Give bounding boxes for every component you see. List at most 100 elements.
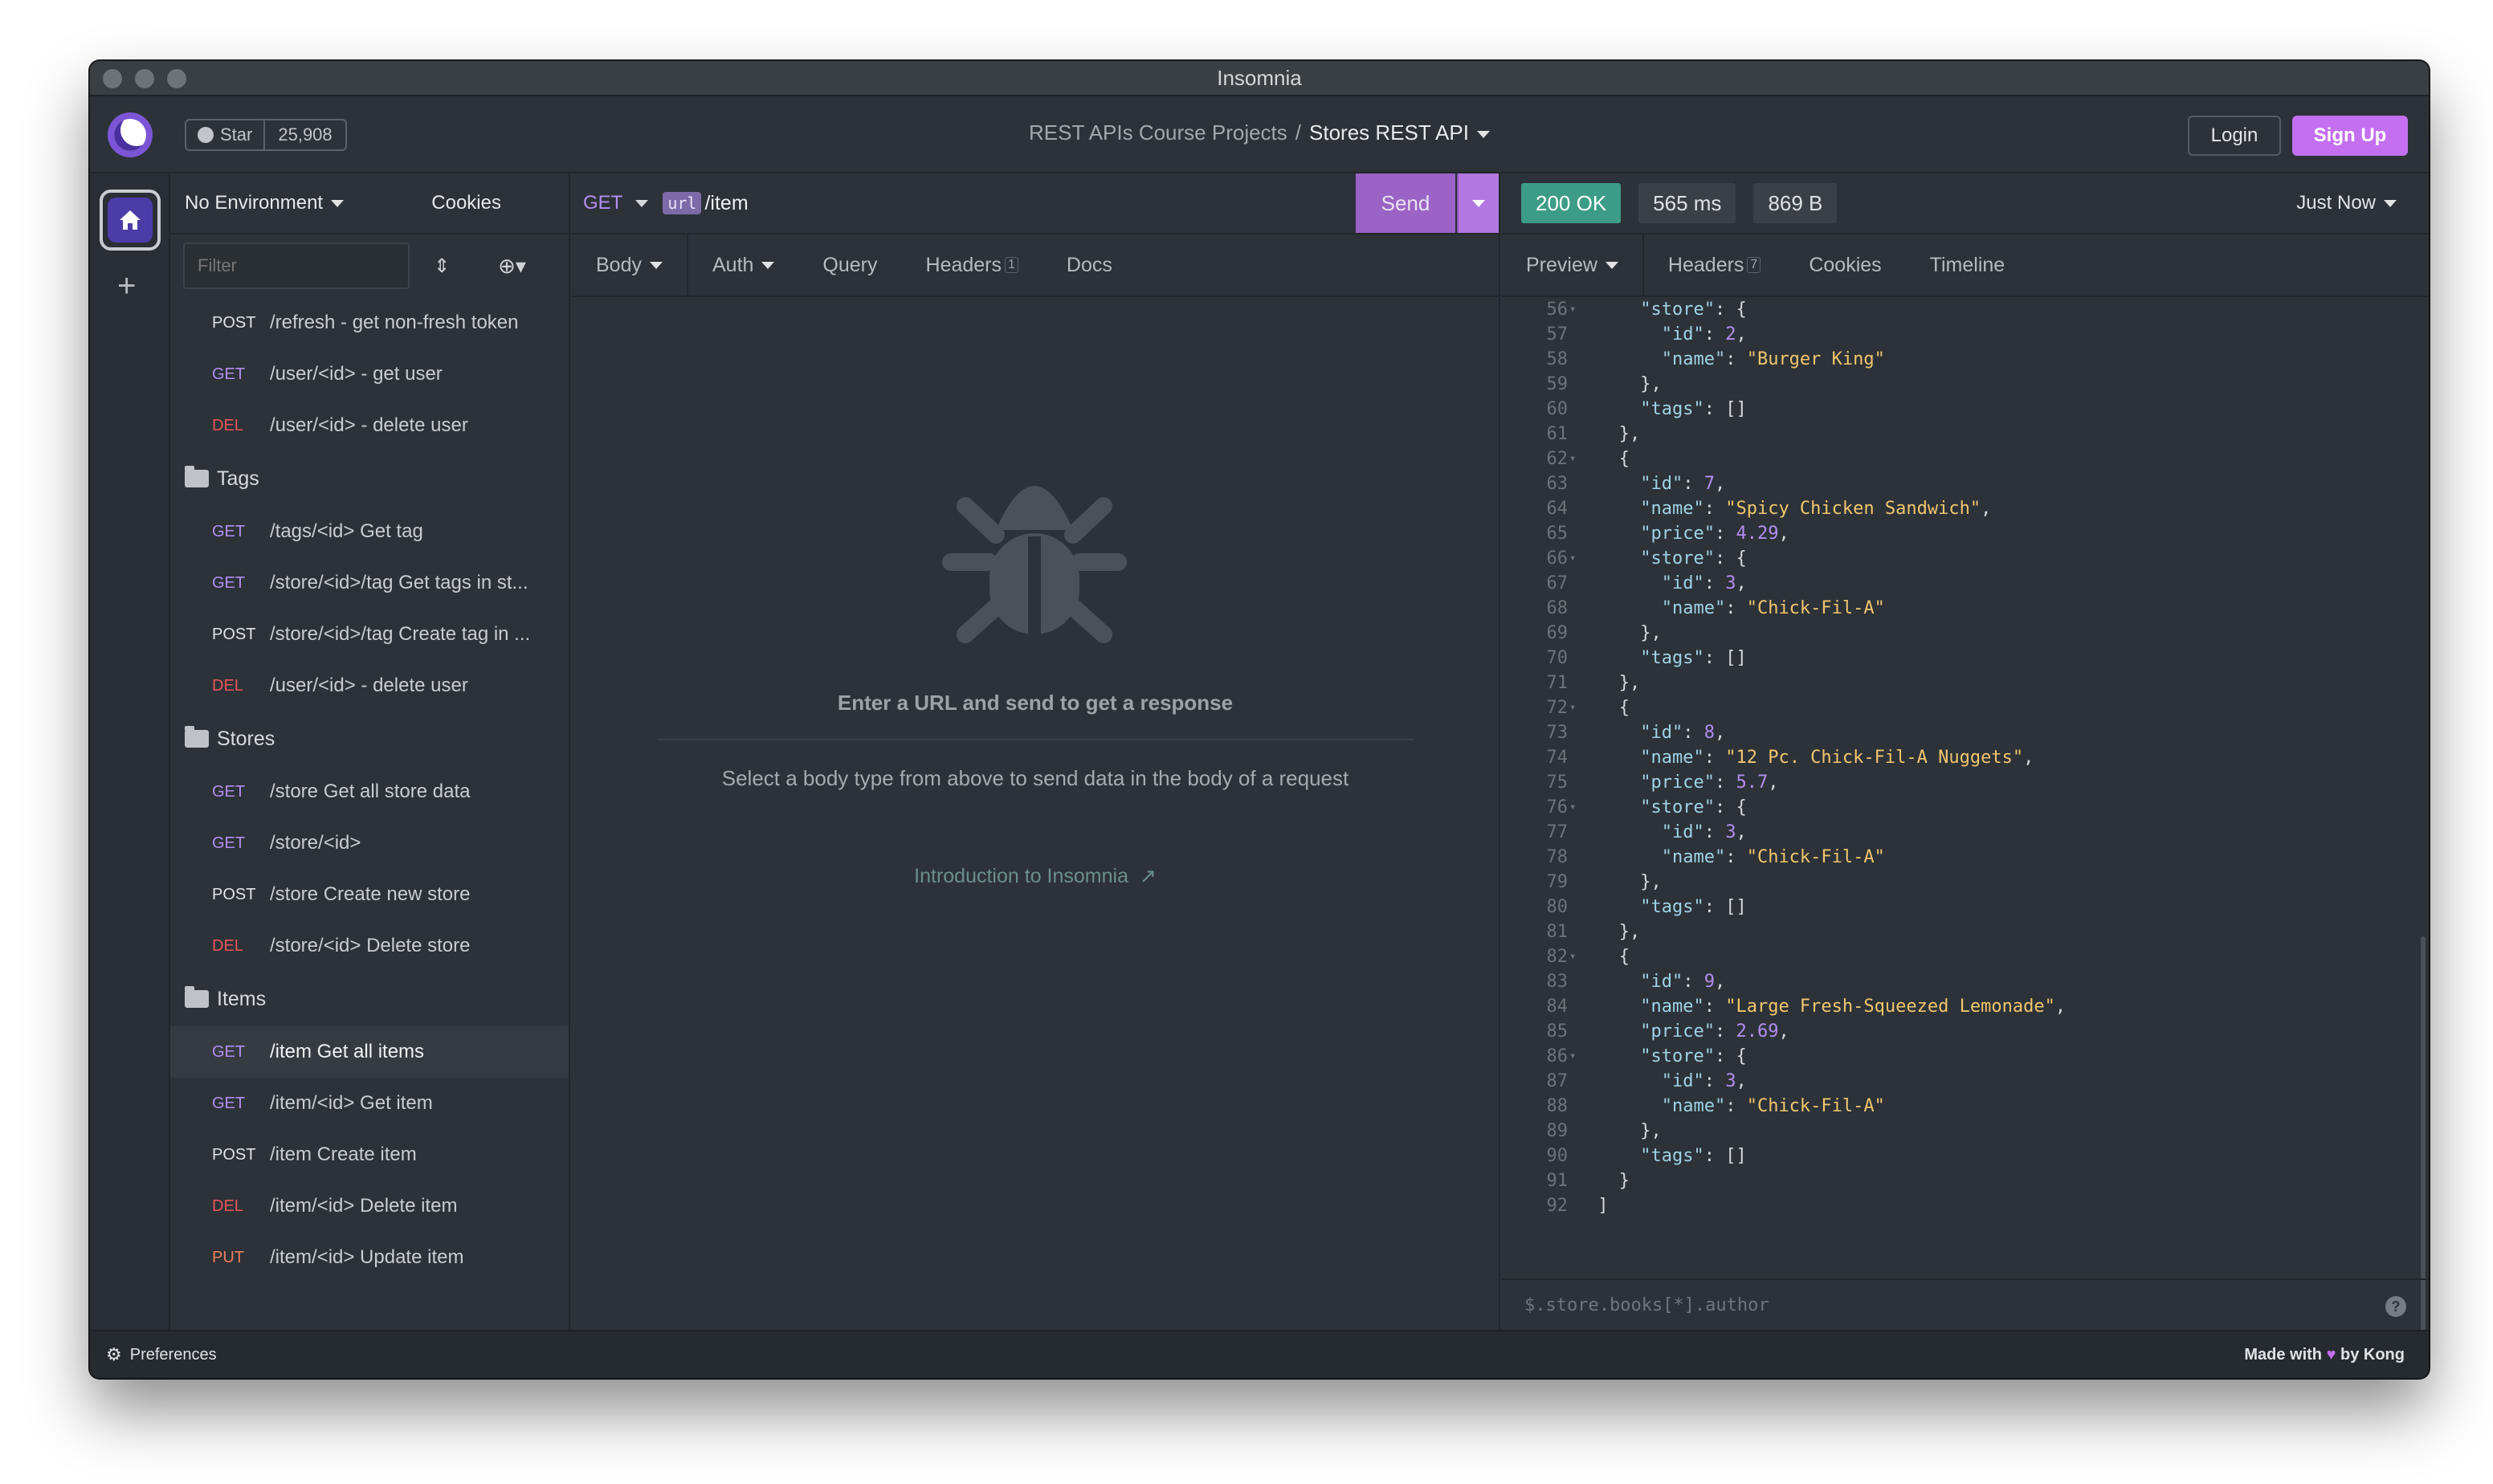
sidebar-request[interactable]: GET/store/<id> [170, 817, 569, 869]
chevron-down-icon[interactable] [1476, 130, 1490, 138]
code-token: : [1683, 723, 1704, 743]
sidebar-folder[interactable]: Items [170, 972, 569, 1026]
chevron-down-icon[interactable] [331, 199, 345, 207]
code-line: 72 ▾ { [1502, 695, 2418, 720]
home-button[interactable] [100, 190, 161, 251]
sort-icon[interactable]: ⇕ [434, 255, 450, 278]
tab-auth[interactable]: Auth [688, 234, 798, 296]
sidebar-request[interactable]: GET/store Get all store data [170, 766, 569, 817]
signup-button[interactable]: Sign Up [2292, 116, 2408, 156]
code-token: : [1703, 997, 1726, 1017]
fold-toggle-icon[interactable]: ▾ [1569, 944, 1587, 969]
chevron-down-icon[interactable] [635, 199, 649, 207]
line-number: 63 [1546, 474, 1569, 494]
code-line: 59 }, [1502, 372, 2418, 397]
fold-gutter [1569, 1119, 1587, 1144]
fold-gutter [1569, 471, 1587, 496]
line-number: 73 [1546, 723, 1569, 743]
code-line: 67 "id": 3, [1502, 571, 2418, 596]
url-variable-tag[interactable]: url [663, 192, 702, 214]
fold-toggle-icon[interactable]: ▾ [1569, 546, 1587, 571]
breadcrumb-project[interactable]: REST APIs Course Projects [1029, 120, 1287, 145]
sidebar-request[interactable]: DEL/user/<id> - delete user [170, 400, 569, 451]
fold-toggle-icon[interactable]: ▾ [1569, 1044, 1587, 1069]
fold-gutter [1569, 845, 1587, 870]
code-token: { [1618, 698, 1630, 718]
fold-gutter [1569, 322, 1587, 347]
code-token: , [1768, 773, 1779, 793]
tab-body[interactable]: Body [572, 234, 688, 296]
tab-cookies[interactable]: Cookies [1785, 234, 1905, 296]
help-icon[interactable]: ? [2385, 1296, 2406, 1317]
close-window-button[interactable] [103, 69, 122, 88]
environment-selector[interactable]: No Environment [185, 192, 323, 214]
code-token: "name" [1661, 1096, 1726, 1116]
minimize-window-button[interactable] [135, 69, 154, 88]
sidebar-request[interactable]: POST/store Create new store [170, 869, 569, 920]
code-token: : { [1714, 300, 1747, 320]
sidebar-request[interactable]: POST/item Create item [170, 1129, 569, 1180]
preferences-button[interactable]: ⚙ Preferences [106, 1344, 217, 1365]
intro-link-row: Introduction to Insomnia ↗ [572, 864, 1499, 888]
url-input[interactable]: /item [704, 192, 748, 215]
made-with-kong[interactable]: Made with ♥ by Kong [2244, 1346, 2405, 1364]
send-button[interactable]: Send [1356, 173, 1455, 233]
response-filter-input[interactable]: $.store.books[*].author [1524, 1295, 1769, 1315]
login-button[interactable]: Login [2188, 116, 2281, 156]
fold-toggle-icon[interactable]: ▾ [1569, 695, 1587, 720]
sidebar-folder[interactable]: Tags [170, 451, 569, 506]
tab-query[interactable]: Query [798, 234, 901, 296]
code-text: "store": { [1587, 795, 1746, 820]
code-text: { [1587, 695, 1630, 720]
sidebar-request[interactable]: PUT/item/<id> Update item [170, 1232, 569, 1283]
sidebar-request[interactable]: POST/refresh - get non-fresh token [170, 297, 569, 349]
tab-timeline[interactable]: Timeline [1906, 234, 2030, 296]
sidebar-request[interactable]: DEL/item/<id> Delete item [170, 1180, 569, 1232]
chevron-down-icon [761, 261, 775, 269]
fold-gutter [1569, 969, 1587, 994]
external-link-icon[interactable]: ↗ [1134, 865, 1157, 887]
sidebar-request[interactable]: GET/item Get all items [170, 1026, 569, 1078]
plus-icon[interactable]: + [117, 270, 136, 302]
introduction-link[interactable]: Introduction to Insomnia [914, 865, 1128, 887]
environment-row: No Environment Cookies [170, 173, 569, 234]
fold-gutter [1569, 1069, 1587, 1094]
code-token: "Chick-Fil-A" [1746, 847, 1885, 867]
add-request-icon[interactable]: ⊕▾ [498, 254, 526, 279]
fold-gutter [1569, 397, 1587, 422]
code-line: 81 }, [1502, 919, 2418, 944]
method-selector[interactable]: GET [583, 192, 622, 214]
tab-response-headers[interactable]: Headers 7 [1644, 234, 1785, 296]
tab-docs[interactable]: Docs [1042, 234, 1136, 296]
maximize-window-button[interactable] [167, 69, 186, 88]
sidebar-filter-input[interactable] [183, 243, 410, 289]
line-number: 92 [1546, 1196, 1569, 1216]
code-line: 92 ] [1502, 1193, 2418, 1218]
code-token: }, [1618, 424, 1641, 444]
sidebar-request[interactable]: GET/user/<id> - get user [170, 349, 569, 400]
fold-gutter [1569, 820, 1587, 845]
sidebar-folder[interactable]: Stores [170, 711, 569, 766]
code-token: 7 [1703, 474, 1715, 494]
tab-headers[interactable]: Headers 1 [902, 234, 1042, 296]
sidebar-request[interactable]: DEL/store/<id> Delete store [170, 920, 569, 972]
fold-toggle-icon[interactable]: ▾ [1569, 446, 1587, 471]
tab-timeline-label: Timeline [1929, 253, 2005, 276]
sidebar-request[interactable]: GET/store/<id>/tag Get tags in st... [170, 557, 569, 609]
response-history-selector[interactable]: Just Now [2296, 192, 2397, 214]
response-body-viewer[interactable]: 56 ▾ "store": {57 "id": 2, 58 "name": "Bur… [1502, 297, 2418, 1261]
fold-toggle-icon[interactable]: ▾ [1569, 297, 1587, 322]
code-token: : [1714, 1021, 1736, 1042]
send-options-button[interactable] [1457, 173, 1499, 233]
preferences-label: Preferences [129, 1345, 217, 1364]
breadcrumb-workspace[interactable]: Stores REST API [1309, 120, 1469, 145]
code-token: : [1714, 524, 1736, 544]
sidebar-request[interactable]: DEL/user/<id> - delete user [170, 660, 569, 711]
sidebar-request[interactable]: GET/tags/<id> Get tag [170, 506, 569, 557]
line-number: 60 [1546, 399, 1569, 419]
tab-preview[interactable]: Preview [1502, 234, 1644, 296]
cookies-button[interactable]: Cookies [431, 192, 501, 214]
fold-toggle-icon[interactable]: ▾ [1569, 795, 1587, 820]
sidebar-request[interactable]: GET/item/<id> Get item [170, 1078, 569, 1129]
sidebar-request[interactable]: POST/store/<id>/tag Create tag in ... [170, 609, 569, 660]
